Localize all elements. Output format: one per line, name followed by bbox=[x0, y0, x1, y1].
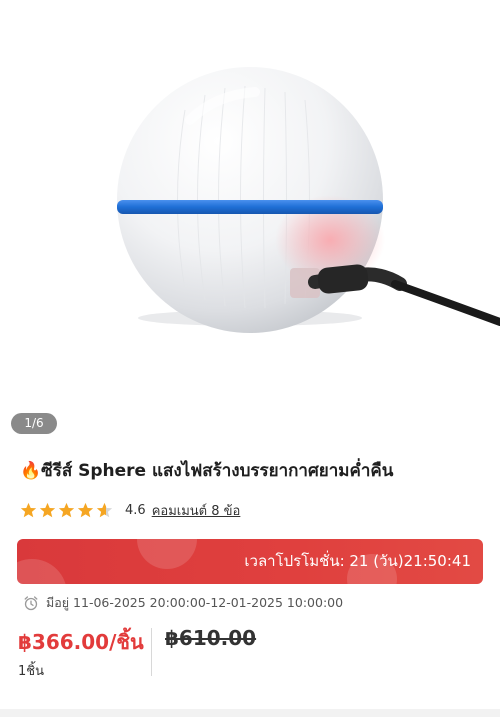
sale-price: ฿366.00/ชิ้น bbox=[18, 630, 144, 654]
section-separator bbox=[0, 709, 500, 717]
promo-countdown-text: เวลาโปรโมชั่น: 21 (วัน)21:50:41 bbox=[244, 552, 471, 570]
promo-period: มีอยู่ 11-06-2025 20:00:00-12-01-2025 10… bbox=[23, 594, 343, 612]
reviews-link[interactable]: คอมเมนต์ 8 ข้อ bbox=[152, 500, 241, 521]
star-icon bbox=[58, 502, 75, 517]
unit-note: 1ชิ้น bbox=[18, 664, 44, 679]
promo-countdown-banner: เวลาโปรโมชั่น: 21 (วัน)21:50:41 bbox=[17, 539, 483, 584]
sphere-lamp-illustration bbox=[117, 67, 500, 333]
star-half-icon bbox=[96, 502, 113, 517]
banner-bubble bbox=[17, 559, 67, 584]
original-price: ฿610.00 bbox=[165, 626, 257, 650]
rating-value: 4.6 bbox=[125, 502, 146, 518]
banner-bubble bbox=[137, 539, 197, 569]
product-title: 🔥ซีรีส์ Sphere แสงไฟสร้างบรรยากาศยามค่ำค… bbox=[20, 461, 394, 481]
image-page-indicator: 1/6 bbox=[11, 413, 57, 434]
alarm-clock-icon bbox=[24, 596, 38, 611]
rating-stars bbox=[20, 502, 113, 519]
star-icon bbox=[20, 502, 37, 517]
star-icon bbox=[77, 502, 94, 517]
price-divider bbox=[151, 628, 152, 676]
promo-period-text: มีอยู่ 11-06-2025 20:00:00-12-01-2025 10… bbox=[46, 595, 344, 610]
product-image[interactable] bbox=[0, 0, 500, 400]
star-icon bbox=[39, 502, 56, 517]
rating-row: 4.6 คอมเมนต์ 8 ข้อ bbox=[20, 500, 240, 520]
